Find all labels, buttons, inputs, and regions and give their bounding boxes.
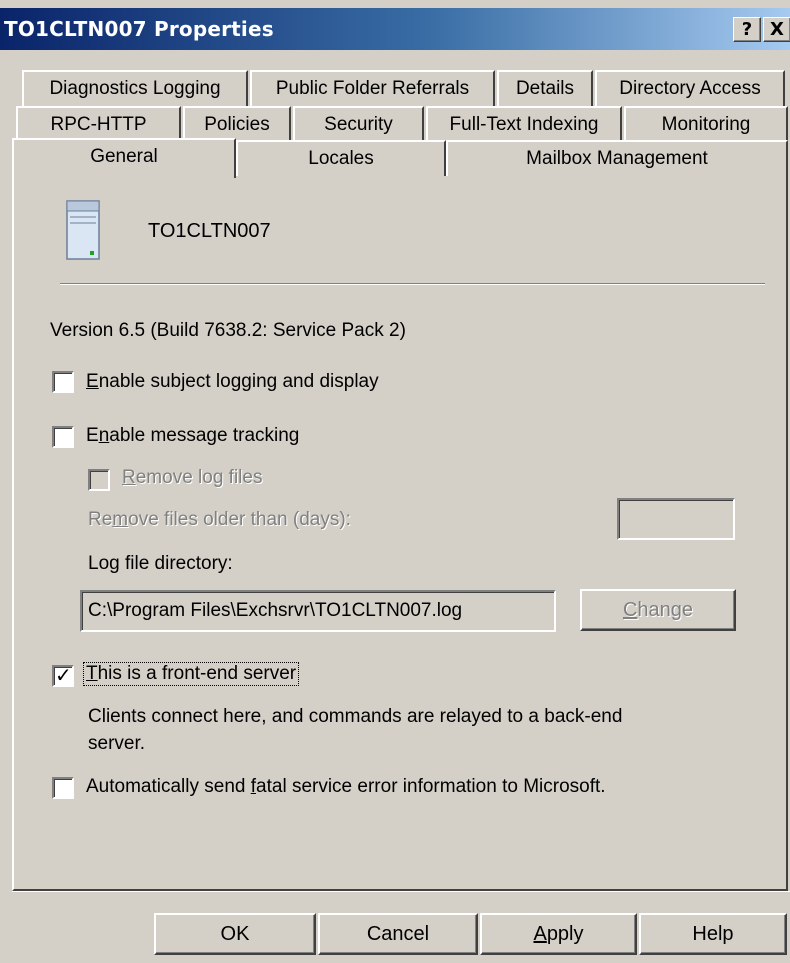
- tab-locales[interactable]: Locales: [236, 140, 446, 176]
- front-end-description-line2: server.: [88, 733, 146, 754]
- log-dir-field[interactable]: C:\Program Files\Exchsrvr\TO1CLTN007.log: [80, 590, 556, 632]
- message-tracking-checkbox[interactable]: [52, 426, 74, 448]
- tab-public-folder-referrals[interactable]: Public Folder Referrals: [250, 70, 495, 106]
- server-icon: [66, 200, 100, 260]
- change-button[interactable]: Change: [580, 589, 736, 631]
- tab-diagnostics-logging[interactable]: Diagnostics Logging: [22, 70, 248, 106]
- tab-details[interactable]: Details: [497, 70, 593, 106]
- tab-general[interactable]: General: [12, 138, 236, 178]
- remove-log-files-checkbox[interactable]: [88, 469, 110, 491]
- tab-monitoring[interactable]: Monitoring: [624, 106, 788, 142]
- cancel-button[interactable]: Cancel: [318, 913, 478, 955]
- version-text: Version 6.5 (Build 7638.2: Service Pack …: [50, 320, 406, 341]
- auto-send-checkbox[interactable]: [52, 777, 74, 799]
- front-end-checkbox[interactable]: ✓: [52, 663, 74, 687]
- tab-directory-access[interactable]: Directory Access: [595, 70, 785, 106]
- message-tracking-label[interactable]: Enable message tracking: [86, 425, 299, 447]
- log-dir-label: Log file directory:: [88, 553, 233, 574]
- server-name: TO1CLTN007: [148, 220, 271, 242]
- separator: [60, 283, 765, 285]
- subject-logging-checkbox[interactable]: [52, 371, 74, 393]
- title-bar[interactable]: TO1CLTN007 Properties ? X: [0, 8, 790, 50]
- tab-security[interactable]: Security: [293, 106, 424, 142]
- log-dir-value: C:\Program Files\Exchsrvr\TO1CLTN007.log: [88, 600, 463, 621]
- tab-mailbox-management[interactable]: Mailbox Management: [446, 140, 788, 176]
- help-title-button[interactable]: ?: [733, 17, 761, 42]
- front-end-label[interactable]: This is a front-end server: [82, 662, 300, 686]
- remove-older-days-input[interactable]: [617, 498, 735, 540]
- help-button[interactable]: Help: [639, 913, 787, 955]
- tab-rpc-http[interactable]: RPC-HTTP: [16, 106, 181, 142]
- close-title-button[interactable]: X: [763, 17, 790, 42]
- front-end-description-line1: Clients connect here, and commands are r…: [88, 706, 623, 727]
- ok-button[interactable]: OK: [154, 913, 316, 955]
- remove-older-label: Remove files older than (days):: [88, 509, 351, 530]
- auto-send-label[interactable]: Automatically send fatal service error i…: [86, 776, 606, 798]
- window-title: TO1CLTN007 Properties: [4, 17, 274, 41]
- subject-logging-label[interactable]: Enable subject logging and display: [86, 371, 379, 393]
- remove-log-files-label[interactable]: Remove log files: [122, 467, 262, 489]
- divider: [12, 891, 790, 892]
- apply-button[interactable]: Apply: [480, 913, 637, 955]
- properties-dialog: TO1CLTN007 Properties ? X Diagnostics Lo…: [0, 0, 790, 963]
- check-mark-icon: ✓: [55, 663, 72, 687]
- tab-policies[interactable]: Policies: [183, 106, 291, 142]
- tab-full-text-indexing[interactable]: Full-Text Indexing: [426, 106, 622, 142]
